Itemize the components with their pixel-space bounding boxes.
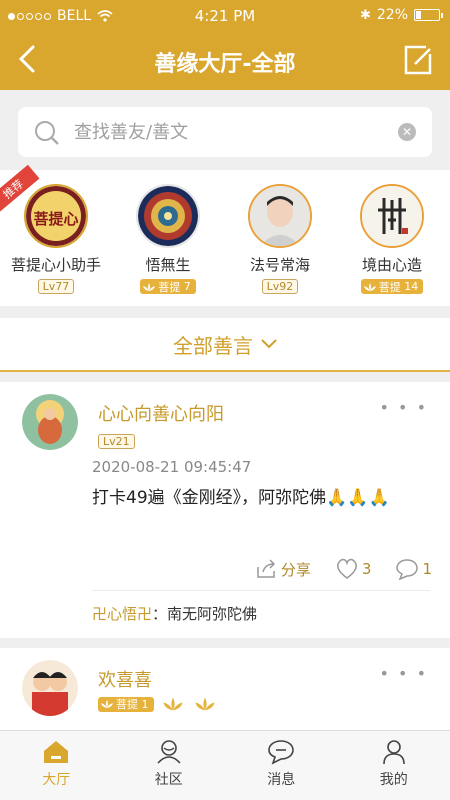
share-button[interactable]: 分享 <box>256 559 311 580</box>
level-badge: Lv77 <box>37 279 75 294</box>
friend-item[interactable]: 境由心造 菩提 14 <box>336 184 448 296</box>
tab-label: 我的 <box>379 772 408 788</box>
avatar[interactable] <box>22 394 78 450</box>
bodhi-badge: 菩提 7 <box>140 279 196 294</box>
community-icon <box>157 740 181 764</box>
bodhi-badge: 菩提 14 <box>360 279 424 294</box>
lotus-icon <box>194 697 215 711</box>
search-box[interactable]: ✕ <box>18 107 432 157</box>
lotus-icon <box>162 697 183 711</box>
tab-label: 社区 <box>154 772 183 788</box>
filter-dropdown[interactable]: 全部善言 <box>0 318 450 372</box>
clear-icon[interactable]: ✕ <box>398 123 416 141</box>
battery-icon <box>414 9 443 21</box>
bodhi-badge: 菩提 1 <box>98 696 154 712</box>
level-badge: Lv21 <box>98 434 135 449</box>
post-card[interactable]: 欢喜喜 菩提 1 • • • <box>0 648 450 730</box>
bluetooth-icon: ✱ <box>359 7 371 23</box>
tab-community[interactable]: 社区 <box>113 731 226 800</box>
search-input[interactable] <box>74 117 394 147</box>
more-icon[interactable]: • • • <box>380 398 428 417</box>
post-author[interactable]: 欢喜喜 <box>98 666 152 692</box>
post-author[interactable]: 心心向善心向阳 <box>98 400 224 426</box>
friend-item[interactable]: 悟無生 菩提 7 <box>112 184 224 296</box>
bodhi-badge-label: 菩提 <box>116 698 138 711</box>
filter-label: 全部善言 <box>173 333 253 358</box>
friend-item[interactable]: 法号常海 Lv92 <box>224 184 336 294</box>
status-bar: BELL 4:21 PM ✱ 22% <box>0 0 450 32</box>
tab-label: 消息 <box>267 772 296 788</box>
bodhi-badge-count: 1 <box>141 697 149 711</box>
page-title: 善缘大厅-全部 <box>154 52 296 77</box>
comment-button[interactable]: 1 <box>395 558 432 580</box>
lotus-icon <box>101 700 113 708</box>
bodhi-badge-count: 7 <box>183 280 191 293</box>
comment-count: 1 <box>422 560 432 578</box>
friend-name: 悟無生 <box>145 256 191 274</box>
navbar: 善缘大厅-全部 <box>0 32 450 90</box>
search-icon <box>35 121 59 145</box>
lotus-icon <box>143 282 156 291</box>
avatar <box>360 184 424 248</box>
share-icon <box>257 559 275 578</box>
battery-percent: 22% <box>376 7 408 23</box>
comment-author: 卍心悟卍 <box>92 605 153 623</box>
avatar: 菩提心 <box>24 184 88 248</box>
friend-item[interactable]: 菩提心 菩提心小助手 Lv77 <box>0 184 112 294</box>
post-actions: 分享 3 1 <box>256 558 432 580</box>
avatar[interactable] <box>22 660 78 716</box>
avatar <box>248 184 312 248</box>
friend-name: 法号常海 <box>249 256 310 274</box>
comment-text: 南无阿弥陀佛 <box>167 605 258 623</box>
post-badges: 菩提 1 <box>98 696 218 712</box>
header: BELL 4:21 PM ✱ 22% 善缘大厅-全部 <box>0 0 450 90</box>
bodhi-badge-label: 菩提 <box>378 280 401 294</box>
chat-bubble-icon <box>268 740 295 765</box>
comment-icon <box>396 559 419 580</box>
share-label: 分享 <box>280 560 311 579</box>
user-icon <box>382 740 405 765</box>
compose-button[interactable] <box>402 44 434 76</box>
tab-bar: 大厅 社区 消息 我的 <box>0 730 450 800</box>
avatar <box>136 184 200 248</box>
lotus-icon <box>363 282 376 291</box>
like-count: 3 <box>361 560 372 578</box>
level-badge: Lv92 <box>261 279 299 294</box>
post-time: 2020-08-21 09:45:47 <box>92 458 252 476</box>
chevron-down-icon <box>261 339 277 349</box>
heart-icon <box>336 558 357 579</box>
tab-profile[interactable]: 我的 <box>338 731 450 800</box>
compose-icon <box>404 45 432 75</box>
home-icon <box>44 741 69 763</box>
tab-hall[interactable]: 大厅 <box>0 731 113 800</box>
post-card[interactable]: 心心向善心向阳 Lv21 • • • 2020-08-21 09:45:47 打… <box>0 382 450 638</box>
bodhi-badge-label: 菩提 <box>158 280 181 294</box>
friend-name: 境由心造 <box>361 256 422 274</box>
more-icon[interactable]: • • • <box>380 664 428 683</box>
avatar-text: 菩提心 <box>33 210 78 228</box>
like-button[interactable]: 3 <box>335 558 372 580</box>
tab-label: 大厅 <box>42 772 71 788</box>
search-section: ✕ <box>0 90 450 170</box>
friend-name: 菩提心小助手 <box>10 256 101 274</box>
post-text: 打卡49遍《金刚经》，阿弥陀佛🙏🙏🙏 <box>92 488 390 508</box>
bodhi-badge-count: 14 <box>404 280 419 293</box>
tab-messages[interactable]: 消息 <box>225 731 338 800</box>
comment-preview[interactable]: 卍心悟卍：南无阿弥陀佛 <box>92 590 430 624</box>
recommended-friends: 推荐 菩提心 菩提心小助手 Lv77 悟無生 菩提 7 法号常海 Lv92 境由… <box>0 164 450 306</box>
